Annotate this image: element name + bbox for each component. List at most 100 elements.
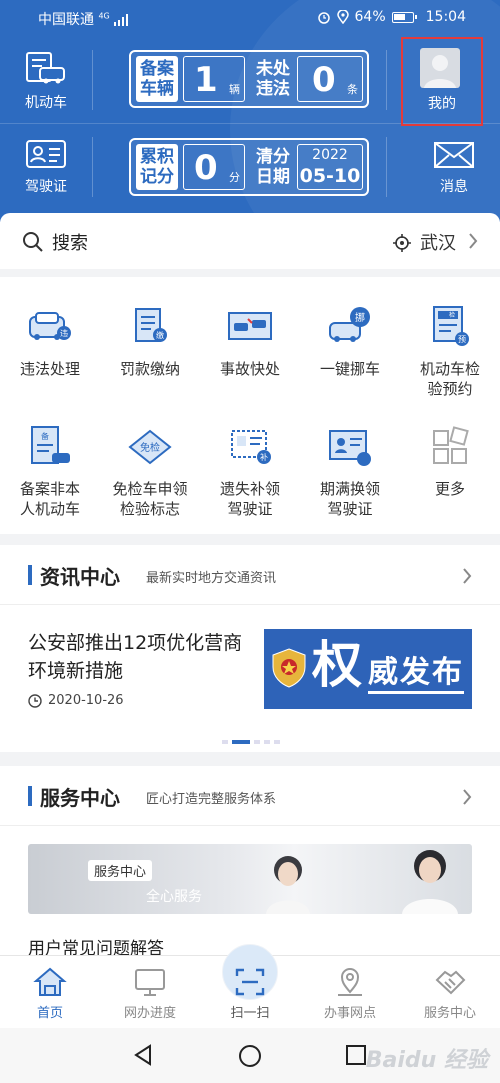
service-exempt[interactable]: 免检 免检车申领 检验标志 <box>100 423 200 519</box>
handshake-icon <box>435 970 466 995</box>
svg-text:免检: 免检 <box>140 441 160 454</box>
signal-icon <box>114 14 129 26</box>
location-pin-icon <box>336 10 349 24</box>
news-center-title: 资讯中心 <box>40 565 120 589</box>
service-more[interactable]: 更多 <box>400 423 500 499</box>
avatar <box>420 48 460 88</box>
home-icon <box>33 967 67 996</box>
service-violation[interactable]: 违 违法处理 <box>0 303 100 379</box>
locate-icon <box>393 234 411 252</box>
clock: 15:04 <box>425 9 466 25</box>
license-icon <box>26 140 66 168</box>
license-stats-plate[interactable]: 累积 记分 0 分 清分 日期 2022 05-10 <box>129 138 369 196</box>
home-button-icon[interactable] <box>238 1044 262 1068</box>
search-bar[interactable]: 搜索 武汉 <box>0 213 500 269</box>
chevron-right-icon <box>463 789 472 805</box>
service-fine[interactable]: 缴 罚款缴纳 <box>100 303 200 379</box>
points-count: 0 <box>194 148 218 188</box>
violation-icon: 违 <box>29 312 71 340</box>
tab-outlets[interactable]: 办事网点 <box>300 966 400 1021</box>
svg-text:补: 补 <box>260 452 268 462</box>
service-accident[interactable]: 事故快处 <box>200 303 300 379</box>
vehicle-stats-plate[interactable]: 备案 车辆 1 辆 未处 违法 0 条 <box>129 50 369 108</box>
clear-year: 2022 <box>312 147 348 163</box>
more-icon <box>433 426 469 464</box>
service-renew[interactable]: 期满换领 驾驶证 <box>300 423 400 519</box>
police-emblem-icon <box>272 648 306 688</box>
accident-icon <box>228 312 272 340</box>
bottom-tab-bar: 首页 网办进度 扫一扫 办事网点 服务中心 <box>0 944 500 1028</box>
svg-text:预: 预 <box>458 334 466 344</box>
watermark: Baidu 经验 <box>365 1048 488 1073</box>
chevron-right-icon <box>463 568 472 584</box>
tab-home[interactable]: 首页 <box>0 966 100 1021</box>
service-reissue[interactable]: 补 遗失补领 驾驶证 <box>200 423 300 519</box>
battery-percent: 64% <box>354 9 386 25</box>
service-center-subtitle: 匠心打造完整服务体系 <box>146 792 277 807</box>
license-button[interactable]: 驾驶证 <box>16 138 76 196</box>
header: 中国联通 4G 64% 15:04 机动车 驾驶证 备案 车辆 1 辆 未处 违… <box>0 0 500 222</box>
carousel-indicator <box>222 740 280 744</box>
vehicle-label: 机动车 <box>25 95 67 111</box>
search-icon <box>23 232 43 252</box>
service-banner-image[interactable]: 服务中心 全心服务 <box>28 844 472 914</box>
search-label: 搜索 <box>52 233 88 254</box>
svg-text:缴: 缴 <box>156 330 164 340</box>
reissue-icon: 补 <box>231 430 271 464</box>
battery-icon <box>391 11 417 23</box>
move-car-icon: 挪 <box>329 307 370 342</box>
service-banner-slogan: 全心服务 <box>146 889 202 905</box>
alarm-icon <box>317 12 330 24</box>
svg-text:挪: 挪 <box>355 311 365 324</box>
status-bar: 中国联通 4G 64% 15:04 <box>0 0 500 34</box>
svg-text:备: 备 <box>41 431 49 441</box>
inspection-icon: 检预 <box>433 306 469 346</box>
back-icon[interactable] <box>132 1044 154 1066</box>
renew-icon <box>329 430 371 466</box>
envelope-icon <box>434 142 474 168</box>
location-icon <box>338 968 362 996</box>
tab-scan[interactable]: 扫一扫 <box>200 966 300 1021</box>
customer-service-figure <box>266 856 310 914</box>
news-center-header[interactable]: 资讯中心 最新实时地方交通资讯 <box>0 545 500 605</box>
news-center-subtitle: 最新实时地方交通资讯 <box>146 571 277 586</box>
tab-progress[interactable]: 网办进度 <box>100 966 200 1021</box>
service-grid: 违 违法处理 缴 罚款缴纳 事故快处 挪 一键挪车 检预 机动车检 验预约 备 备… <box>0 277 500 534</box>
service-center-section: 服务中心 匠心打造完整服务体系 服务中心 全心服务 用户常见问题解答 <box>0 766 500 959</box>
exempt-icon: 免检 <box>128 429 172 465</box>
news-article-date: 2020-10-26 <box>28 693 124 708</box>
service-record-car[interactable]: 备 备案非本 人机动车 <box>0 423 100 519</box>
vehicle-icon <box>26 52 65 84</box>
my-label: 我的 <box>428 96 456 112</box>
city-selector[interactable]: 武汉 <box>420 229 456 255</box>
service-banner-badge: 服务中心 <box>88 860 153 881</box>
svg-text:检: 检 <box>449 311 455 319</box>
news-article-title[interactable]: 公安部推出12项优化营商环境新措施 <box>28 629 253 685</box>
message-button[interactable]: 消息 <box>424 140 484 196</box>
scan-icon <box>235 968 265 996</box>
message-label: 消息 <box>440 179 468 195</box>
service-center-title: 服务中心 <box>40 786 120 810</box>
vehicle-button[interactable]: 机动车 <box>16 50 76 112</box>
service-move-car[interactable]: 挪 一键挪车 <box>300 303 400 379</box>
license-label: 驾驶证 <box>25 179 67 195</box>
clear-date: 05-10 <box>299 165 361 187</box>
monitor-icon <box>135 969 165 996</box>
violations-count: 0 <box>312 60 336 100</box>
clock-icon <box>28 693 42 708</box>
fine-icon: 缴 <box>135 308 167 342</box>
tab-service-center[interactable]: 服务中心 <box>400 966 500 1021</box>
my-profile-button[interactable]: 我的 <box>401 37 483 126</box>
service-center-header[interactable]: 服务中心 匠心打造完整服务体系 <box>0 766 500 826</box>
customer-service-figure-2 <box>402 850 458 914</box>
news-banner-image[interactable]: 权 威发布 <box>264 629 472 709</box>
news-center-section: 资讯中心 最新实时地方交通资讯 公安部推出12项优化营商环境新措施 2020-1… <box>0 545 500 752</box>
service-inspection[interactable]: 检预 机动车检 验预约 <box>400 303 500 399</box>
system-nav-bar: Baidu 经验 <box>0 1028 500 1083</box>
carrier: 中国联通 4G <box>38 9 130 29</box>
record-car-icon: 备 <box>31 426 70 464</box>
svg-text:违: 违 <box>60 329 68 338</box>
registered-vehicles-count: 1 <box>194 60 218 100</box>
recents-icon[interactable] <box>345 1044 367 1066</box>
chevron-right-icon <box>469 233 478 249</box>
